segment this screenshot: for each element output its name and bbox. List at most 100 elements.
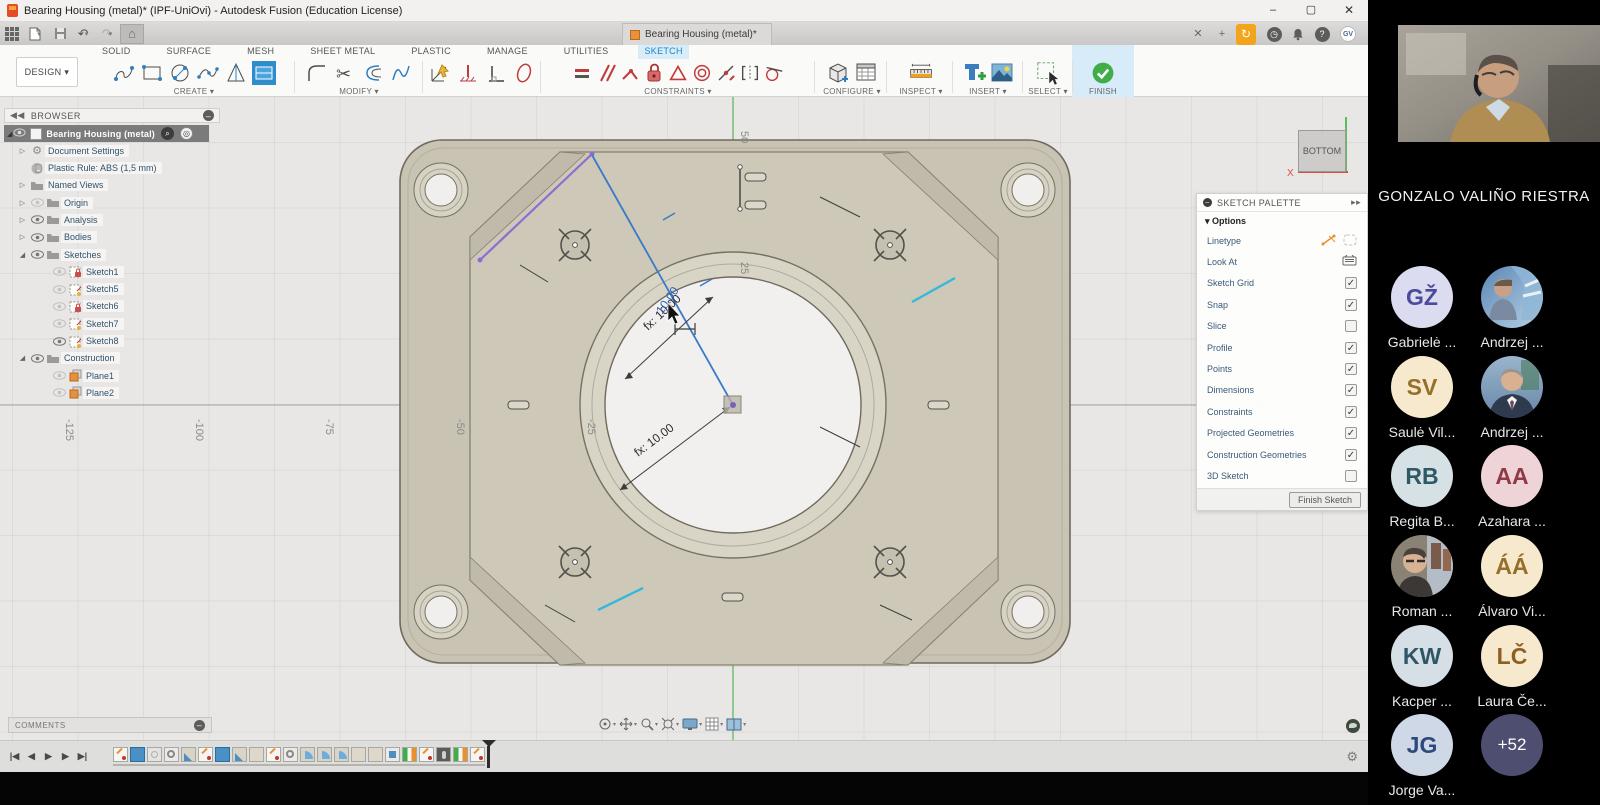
- search-icon[interactable]: ⌕: [161, 127, 174, 140]
- new-tab-icon[interactable]: +: [1212, 24, 1232, 44]
- symmetry-icon[interactable]: [739, 60, 761, 86]
- circle-icon[interactable]: [167, 60, 193, 86]
- insert-text-icon[interactable]: [961, 60, 987, 86]
- comments-tab[interactable]: COMMENTS –: [8, 717, 212, 733]
- grid-settings-icon[interactable]: ▾: [705, 717, 723, 731]
- design-dropdown[interactable]: DESIGN ▾: [16, 57, 78, 87]
- browser-item-plastic-rule-abs-1-5-mm-[interactable]: Plastic Rule: ABS (1,5 mm): [4, 160, 220, 177]
- participant-tile[interactable]: GŽGabrielė ...: [1377, 266, 1467, 350]
- document-tab[interactable]: Bearing Housing (metal)*: [622, 23, 772, 45]
- maximize-icon[interactable]: ▢: [1292, 0, 1330, 22]
- browser-item-bodies[interactable]: ▷Bodies: [4, 229, 220, 246]
- participant-tile[interactable]: KWKacper ...: [1377, 625, 1467, 709]
- expand-closed-icon[interactable]: ▷: [16, 199, 29, 207]
- browser-item-plane2[interactable]: Plane2: [4, 384, 220, 401]
- checkbox[interactable]: ✓: [1345, 384, 1357, 396]
- timeline-feature-filletb[interactable]: [334, 747, 349, 762]
- eye-icon[interactable]: [51, 388, 67, 397]
- comments-remove-icon[interactable]: –: [194, 720, 205, 731]
- timeline-feature-fillet[interactable]: [232, 747, 247, 762]
- select-icon[interactable]: [1035, 60, 1061, 86]
- step-forward-icon[interactable]: ▶: [57, 751, 74, 762]
- collapse-right-icon[interactable]: ▸▸: [1351, 197, 1361, 208]
- home-icon[interactable]: ⌂: [120, 23, 144, 44]
- timeline-feature-fillet[interactable]: [181, 747, 196, 762]
- timeline-feature-pattern[interactable]: [453, 747, 468, 762]
- ribbon-tab-solid[interactable]: SOLID: [96, 45, 137, 59]
- checkbox[interactable]: ✓: [1345, 277, 1357, 289]
- configure-icon[interactable]: [825, 60, 851, 86]
- midpoint-icon[interactable]: [715, 60, 737, 86]
- browser-item-construction[interactable]: ◢Construction: [4, 350, 220, 367]
- coincident-icon[interactable]: [619, 60, 641, 86]
- account-avatar[interactable]: GV: [1338, 24, 1358, 44]
- browser-root-item[interactable]: ◢ Bearing Housing (metal) ⌕ ◎: [4, 125, 209, 142]
- participant-tile[interactable]: JGJorge Va...: [1377, 714, 1467, 798]
- skip-end-icon[interactable]: ▶|: [74, 751, 91, 762]
- skip-start-icon[interactable]: |◀: [6, 751, 23, 762]
- model-canvas[interactable]: fx: 10.00 10.00 fx: 10.00: [0, 97, 1368, 740]
- eye-icon[interactable]: [51, 319, 67, 328]
- tangent-icon[interactable]: [763, 60, 785, 86]
- redo-icon[interactable]: ↷▾: [96, 23, 120, 44]
- expand-open-icon[interactable]: ◢: [16, 251, 29, 259]
- group-label[interactable]: CREATE ▾: [96, 87, 292, 96]
- browser-item-plane1[interactable]: Plane1: [4, 367, 220, 384]
- finish-check-icon[interactable]: [1090, 60, 1116, 86]
- step-back-icon[interactable]: ◀: [23, 751, 40, 762]
- timeline-feature-filletb[interactable]: [300, 747, 315, 762]
- group-label[interactable]: INSPECT ▾: [892, 87, 950, 96]
- checkbox[interactable]: ✓: [1345, 449, 1357, 461]
- timeline-feature-hole[interactable]: [283, 747, 298, 762]
- browser-item-sketch8[interactable]: Sketch8: [4, 333, 220, 350]
- timeline-feature-plain[interactable]: [368, 747, 383, 762]
- close-tab-icon[interactable]: ✕: [1188, 24, 1208, 44]
- timeline-feature-sketch[interactable]: [198, 747, 213, 762]
- timeline-feature-sketch[interactable]: [266, 747, 281, 762]
- cone-icon[interactable]: [223, 60, 249, 86]
- lock-icon[interactable]: [643, 60, 665, 86]
- close-icon[interactable]: ✕: [1330, 0, 1368, 22]
- group-label[interactable]: INSERT ▾: [956, 87, 1020, 96]
- checkbox[interactable]: [1345, 320, 1357, 332]
- panel-remove-icon[interactable]: –: [203, 110, 214, 121]
- minimize-icon[interactable]: –: [1254, 0, 1292, 22]
- file-icon[interactable]: ▾: [24, 23, 48, 44]
- pattern-icon[interactable]: [455, 60, 481, 86]
- group-label[interactable]: SELECT ▾: [1026, 87, 1070, 96]
- expand-closed-icon[interactable]: ▷: [16, 216, 29, 224]
- browser-item-sketches[interactable]: ◢Sketches: [4, 246, 220, 263]
- gear-icon[interactable]: ⚙: [1346, 749, 1358, 765]
- ribbon-tab-plastic[interactable]: PLASTIC: [405, 45, 457, 59]
- timeline-feature-ghost[interactable]: [147, 747, 162, 762]
- pan-icon[interactable]: ▾: [619, 717, 637, 731]
- ellipse-icon[interactable]: [511, 60, 537, 86]
- eye-icon[interactable]: [29, 233, 45, 242]
- curve-icon[interactable]: [388, 60, 414, 86]
- timeline-feature-sketch[interactable]: [113, 747, 128, 762]
- viewports-icon[interactable]: ▾: [726, 718, 746, 731]
- timeline-feature-sketch[interactable]: [419, 747, 434, 762]
- browser-header[interactable]: ◀◀ BROWSER –: [4, 108, 220, 123]
- browser-item-document-settings[interactable]: ▷⚙Document Settings: [4, 142, 220, 159]
- options-section-header[interactable]: ▾ Options: [1197, 212, 1367, 230]
- construction-linetype-icon[interactable]: [1321, 234, 1337, 248]
- eye-icon[interactable]: [51, 371, 67, 380]
- help-icon[interactable]: ?: [1312, 24, 1332, 44]
- eye-icon[interactable]: [29, 250, 45, 259]
- ribbon-tab-manage[interactable]: MANAGE: [481, 45, 534, 59]
- presenter-video[interactable]: [1398, 25, 1600, 142]
- browser-item-sketch6[interactable]: Sketch6: [4, 298, 220, 315]
- participant-overflow[interactable]: +52: [1467, 714, 1557, 776]
- eye-icon[interactable]: [29, 215, 45, 224]
- offset-icon[interactable]: [360, 60, 386, 86]
- ribbon-tab-mesh[interactable]: MESH: [241, 45, 280, 59]
- timeline-feature-solid[interactable]: [215, 747, 230, 762]
- sketch-dimension-icon[interactable]: [427, 60, 453, 86]
- eye-icon[interactable]: [29, 354, 45, 363]
- expand-open-icon[interactable]: ◢: [16, 354, 29, 362]
- expand-closed-icon[interactable]: ▷: [16, 181, 29, 189]
- rectangle-active-icon[interactable]: [251, 60, 277, 86]
- look-at-icon[interactable]: [1342, 255, 1357, 269]
- timeline-feature-filletb[interactable]: [317, 747, 332, 762]
